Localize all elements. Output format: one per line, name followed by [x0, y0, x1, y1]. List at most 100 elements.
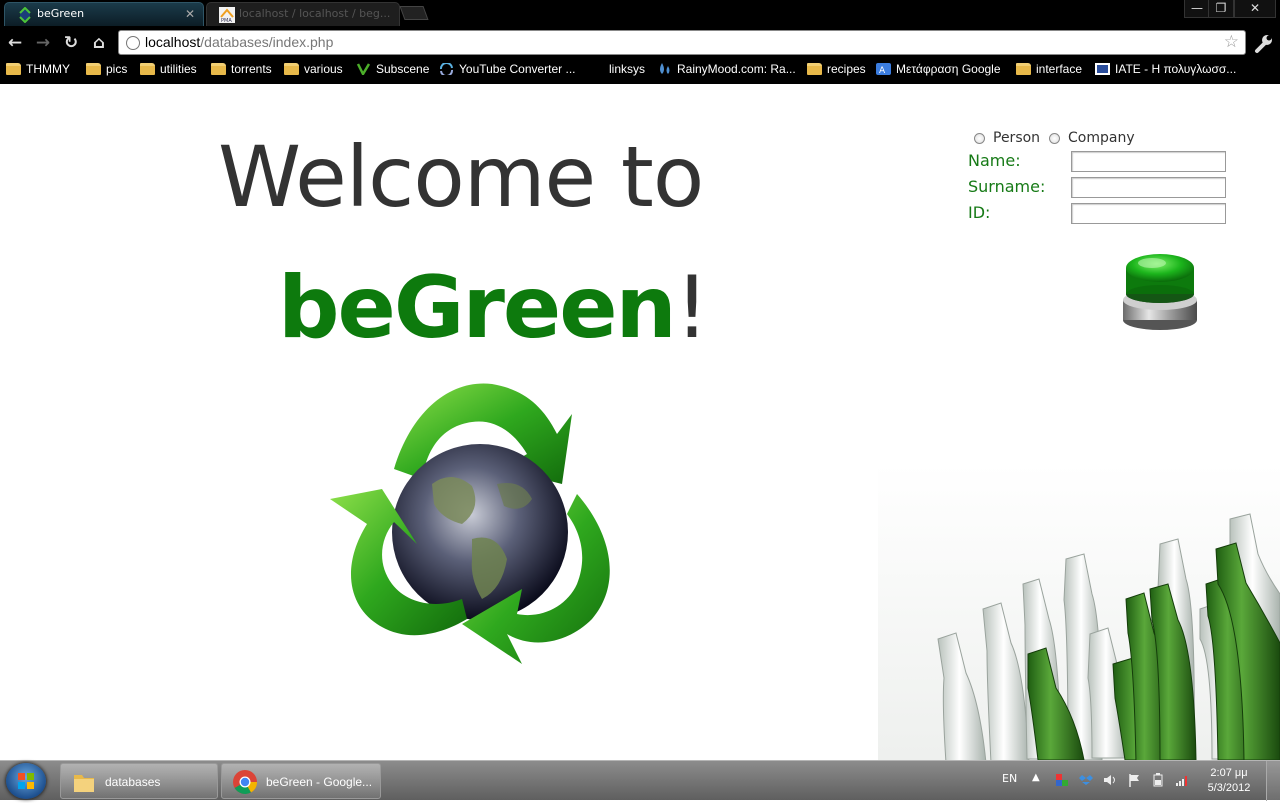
id-input[interactable]: [1071, 203, 1226, 224]
bookmark-label: YouTube Converter ...: [459, 62, 576, 76]
recycle-icon: [19, 7, 31, 23]
green-bottles-image: [878, 464, 1280, 760]
taskbar: databases beGreen - Google... EN ▲ 2:07 …: [0, 760, 1280, 801]
maximize-button[interactable]: ❐: [1208, 0, 1234, 18]
bookmark-label: utilities: [160, 62, 197, 76]
wrench-icon[interactable]: [1252, 32, 1274, 54]
show-hidden-icons-button[interactable]: ▲: [1032, 772, 1040, 783]
tab-strip: beGreen ✕ PMA localhost / localhost / be…: [0, 0, 1280, 26]
reload-button[interactable]: ↻: [60, 32, 82, 54]
bookmark-rainymood[interactable]: RainyMood.com: Ra...: [657, 62, 796, 76]
star-icon[interactable]: ☆: [1224, 32, 1239, 52]
subscene-icon: [356, 63, 371, 75]
language-indicator[interactable]: EN: [1002, 772, 1017, 785]
url-text[interactable]: localhost/databases/index.php: [145, 34, 333, 50]
bookmark-interface[interactable]: interface: [1016, 62, 1082, 76]
brand-heading: beGreen!: [278, 258, 710, 358]
battery-icon[interactable]: [1151, 773, 1165, 787]
folder-icon: [1016, 63, 1031, 75]
chrome-icon: [233, 770, 257, 795]
taskbar-item-label: databases: [105, 775, 161, 789]
brand-name: beGreen: [278, 258, 677, 358]
radio-company[interactable]: [1049, 133, 1060, 144]
folder-icon: [86, 63, 101, 75]
folder-icon: [284, 63, 299, 75]
bookmark-label: recipes: [827, 62, 866, 76]
surname-input[interactable]: [1071, 177, 1226, 198]
browser-chrome: beGreen ✕ PMA localhost / localhost / be…: [0, 0, 1280, 84]
radio-person[interactable]: [974, 133, 985, 144]
bookmark-linksys[interactable]: linksys: [589, 62, 645, 76]
back-button[interactable]: ←: [4, 32, 26, 54]
radio-label-person: Person: [993, 130, 1041, 146]
name-label: Name:: [968, 151, 1021, 170]
system-clock[interactable]: 2:07 μμ 5/3/2012: [1198, 766, 1260, 796]
close-window-button[interactable]: ✕: [1234, 0, 1276, 18]
bookmark-various[interactable]: various: [284, 62, 343, 76]
taskbar-item-databases[interactable]: databases: [60, 763, 218, 799]
network-signal-icon[interactable]: [1175, 773, 1189, 787]
bookmark-subscene[interactable]: Subscene: [356, 62, 429, 76]
converter-icon: [440, 63, 453, 75]
address-bar[interactable]: localhost/databases/index.php ☆: [118, 30, 1246, 55]
bookmark-utilities[interactable]: utilities: [140, 62, 197, 76]
folder-icon: [74, 775, 94, 792]
forward-button[interactable]: →: [32, 32, 54, 54]
translate-icon: A: [876, 63, 891, 75]
bookmark-label: Μετάφραση Google: [896, 62, 1001, 76]
bookmark-recipes[interactable]: recipes: [807, 62, 866, 76]
welcome-heading: Welcome to: [218, 128, 704, 226]
svg-text:A: A: [879, 66, 886, 75]
tab-begreen[interactable]: beGreen ✕: [4, 2, 204, 26]
url-path: /databases/index.php: [200, 34, 334, 50]
tab-title: beGreen: [37, 7, 85, 20]
bookmarks-bar: THMMY pics utilities torrents various Su…: [0, 58, 1280, 82]
phpmyadmin-icon: PMA: [219, 7, 235, 23]
bookmark-iate[interactable]: IATE - Η πολυγλωσσ...: [1095, 62, 1236, 76]
bookmark-label: THMMY: [26, 62, 70, 76]
bookmark-torrents[interactable]: torrents: [211, 62, 272, 76]
minimize-button[interactable]: —: [1184, 0, 1210, 18]
tab-phpmyadmin[interactable]: PMA localhost / localhost / beg...: [206, 2, 400, 26]
iate-icon: [1095, 63, 1110, 75]
bookmark-pics[interactable]: pics: [86, 62, 127, 76]
raindrop-icon: [660, 63, 670, 74]
clock-date: 5/3/2012: [1207, 782, 1251, 794]
name-input[interactable]: [1071, 151, 1226, 172]
folder-icon: [807, 63, 822, 75]
show-desktop-button[interactable]: [1266, 761, 1280, 801]
taskbar-item-label: beGreen - Google...: [266, 775, 373, 789]
folder-icon: [6, 63, 21, 75]
bookmark-label: torrents: [231, 62, 272, 76]
svg-text:PMA: PMA: [221, 18, 232, 23]
tab-title: localhost / localhost / beg...: [239, 7, 391, 20]
page-content: Welcome to beGreen! Person Company Name:…: [0, 84, 1280, 760]
bookmark-label: pics: [106, 62, 128, 76]
bookmark-label: Subscene: [376, 62, 430, 76]
submit-button[interactable]: [1118, 248, 1202, 338]
close-icon[interactable]: ✕: [185, 7, 195, 21]
bookmark-label: various: [304, 62, 343, 76]
bookmark-label: linksys: [609, 62, 646, 76]
bookmark-label: RainyMood.com: Ra...: [677, 62, 796, 76]
start-button[interactable]: [6, 763, 46, 799]
folder-icon: [140, 63, 155, 75]
taskbar-item-chrome[interactable]: beGreen - Google...: [221, 763, 381, 799]
bookmark-youtube-converter[interactable]: YouTube Converter ...: [439, 62, 576, 76]
bookmark-google-translate[interactable]: A Μετάφραση Google: [876, 62, 1001, 76]
url-host: localhost: [145, 34, 201, 50]
action-center-flag-icon[interactable]: [1127, 773, 1141, 787]
dropbox-icon[interactable]: [1079, 773, 1093, 787]
id-label: ID:: [968, 203, 991, 222]
surname-label: Surname:: [968, 177, 1046, 196]
bookmark-thmmy[interactable]: THMMY: [6, 62, 70, 76]
folder-icon: [211, 63, 226, 75]
volume-icon[interactable]: [1103, 773, 1117, 787]
new-tab-button[interactable]: [399, 6, 429, 20]
brand-exclamation: !: [674, 258, 710, 358]
windows-logo-icon: [18, 773, 34, 789]
globe-icon: [126, 36, 140, 50]
home-button[interactable]: ⌂: [88, 32, 110, 54]
bookmark-label: interface: [1036, 62, 1083, 76]
app-tray-icon[interactable]: [1055, 773, 1069, 787]
